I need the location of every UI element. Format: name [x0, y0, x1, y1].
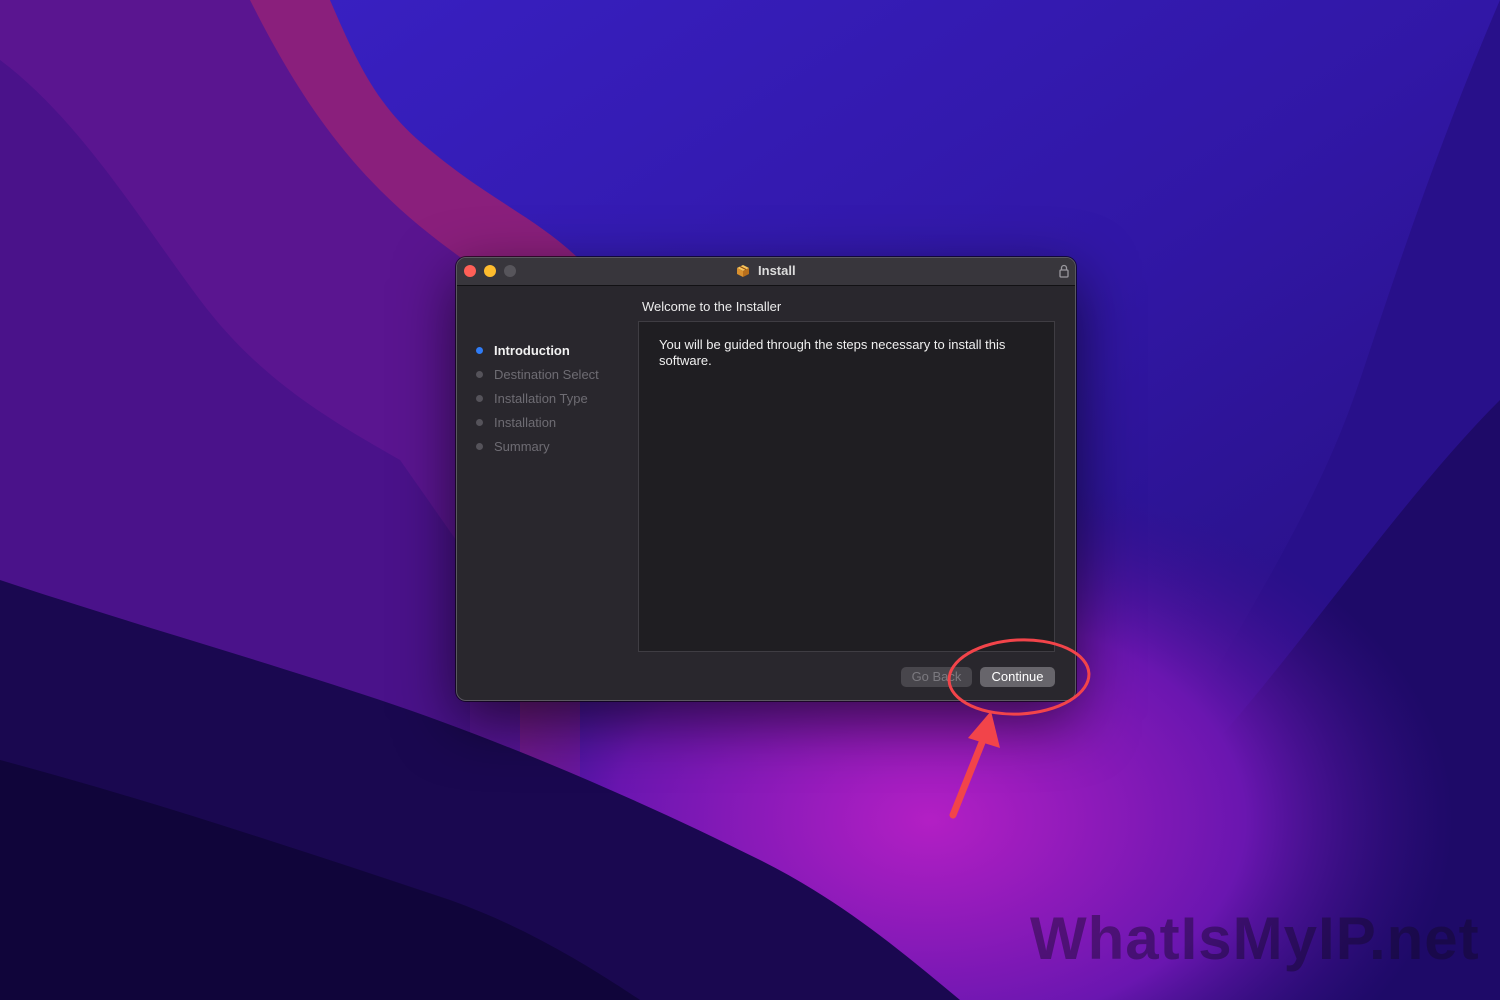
step-summary: Summary [475, 438, 599, 462]
step-dot-icon [476, 443, 483, 450]
step-dot-icon [476, 347, 483, 354]
page-heading: Welcome to the Installer [642, 299, 782, 314]
step-label: Summary [494, 439, 550, 454]
go-back-button[interactable]: Go Back [901, 667, 972, 687]
content-panel[interactable]: You will be guided through the steps nec… [638, 321, 1055, 652]
continue-button[interactable]: Continue [980, 667, 1055, 687]
lock-icon[interactable] [1059, 264, 1069, 278]
step-dot-icon [476, 419, 483, 426]
step-label: Introduction [494, 343, 570, 358]
intro-text: You will be guided through the steps nec… [659, 337, 1006, 368]
step-label: Destination Select [494, 367, 599, 382]
step-label: Installation [494, 415, 557, 430]
step-introduction: Introduction [475, 342, 599, 366]
steps-sidebar: Introduction Destination Select Installa… [475, 342, 599, 462]
watermark-logo: WhatIsMyIP.net [1030, 905, 1480, 972]
step-installation-type: Installation Type [475, 390, 599, 414]
package-icon [736, 265, 750, 280]
step-label: Installation Type [494, 391, 588, 406]
step-installation: Installation [475, 414, 599, 438]
window-title: Install [758, 263, 796, 278]
step-destination-select: Destination Select [475, 366, 599, 390]
window-title-container: Install [457, 263, 1075, 280]
step-dot-icon [476, 371, 483, 378]
installer-window: Install Welcome to the Installer Introdu… [456, 257, 1076, 701]
title-bar[interactable]: Install [457, 258, 1075, 286]
step-dot-icon [476, 395, 483, 402]
